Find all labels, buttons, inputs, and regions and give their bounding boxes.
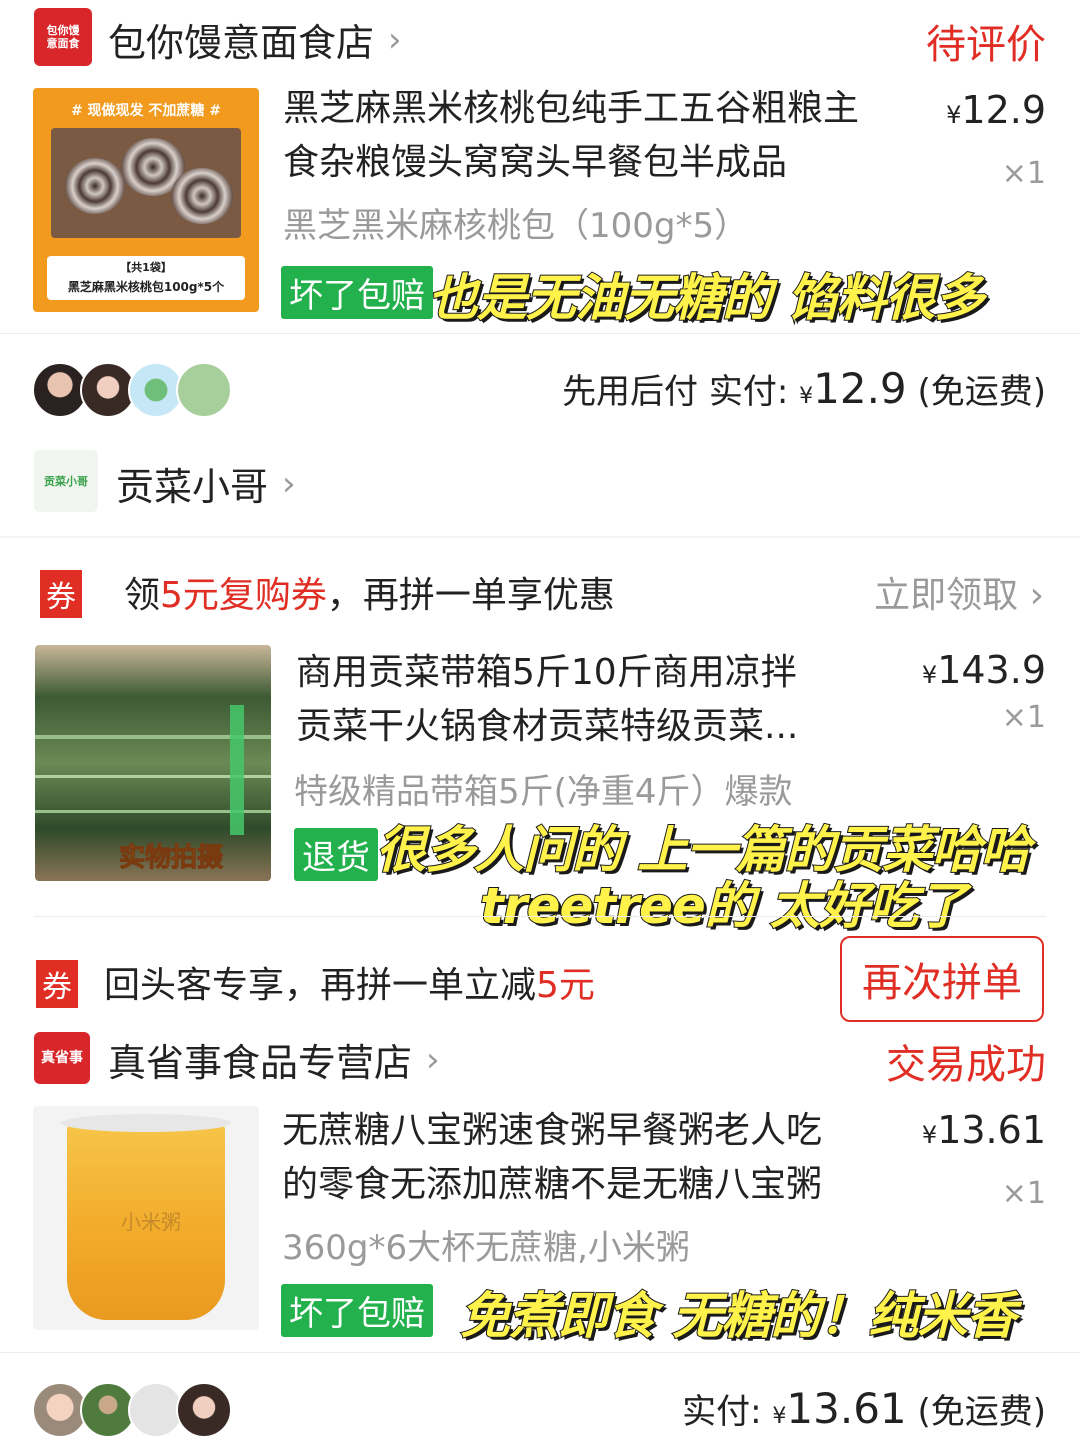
payment-summary: 先用后付 实付: ¥12.9 (免运费) [562, 364, 1046, 413]
currency-symbol: ¥ [799, 384, 814, 409]
shop-logo-text: 真省事 [41, 1049, 83, 1066]
product-title-line: 食杂粮馒头窝窝头早餐包半成品 [283, 142, 788, 183]
image-label-box: 【共1袋】 黑芝麻黑米核桃包100g*5个 [47, 256, 245, 300]
promo-text: 回头客专享，再拼一单立减5元 [104, 956, 595, 1008]
product-qty: ×1 [1001, 156, 1046, 191]
buyer-avatars [32, 362, 232, 418]
coupon-highlight: 5元复购券 [160, 575, 327, 616]
reorder-button[interactable]: 再次拼单 [840, 936, 1044, 1022]
product-qty: ×1 [1001, 1176, 1046, 1211]
currency-symbol: ¥ [772, 1404, 787, 1429]
coupon-badge: 券 [40, 570, 82, 618]
shop-logo: 包你馒意面食 [34, 8, 92, 66]
coupon-suffix: ，再拼一单享优惠 [326, 575, 615, 616]
currency-symbol: ¥ [921, 1121, 938, 1149]
shop-name[interactable]: 贡菜小哥 [116, 456, 268, 511]
chevron-right-icon: › [282, 463, 296, 504]
product-sku: 特级精品带箱5斤(净重4斤）爆款 [294, 772, 793, 812]
shop-logo: 真省事 [34, 1032, 90, 1084]
image-caption: 黑芝麻黑米核桃包100g*5个 [67, 280, 225, 294]
product-title-line: 贡菜干火锅食材贡菜特级贡菜... [296, 706, 799, 747]
currency-symbol: ¥ [946, 101, 962, 129]
price-value: 12.9 [961, 88, 1046, 132]
image-bag-text: 【共1袋】 [120, 261, 172, 274]
currency-symbol: ¥ [921, 661, 938, 689]
product-title-line: 商用贡菜带箱5斤10斤商用凉拌 [296, 652, 797, 693]
image-banner: # 现做现发 不加蔗糖 # [70, 103, 222, 119]
section-gap [0, 536, 1080, 538]
shop-name[interactable]: 真省事食品专营店 [108, 1032, 412, 1087]
product-price: ¥12.9 [946, 88, 1046, 132]
product-sku: 360g*6大杯无蔗糖,小米粥 [282, 1228, 690, 1268]
promo-prefix: 回头客专享，再拼一单立减 [104, 965, 537, 1006]
shop-header[interactable]: 贡菜小哥 › [116, 456, 296, 511]
product-title[interactable]: 无蔗糖八宝粥速食粥早餐粥老人吃 的零食无添加蔗糖不是无糖八宝粥 [282, 1104, 902, 1212]
shop-header[interactable]: 包你馒意面食店 › [108, 12, 402, 67]
coupon-text: 领5元复购券，再拼一单享优惠 [124, 566, 615, 618]
avatar [176, 1382, 232, 1438]
pay-amount: 13.61 [786, 1384, 907, 1433]
return-tag: 退货 [294, 828, 378, 881]
chevron-right-icon: › [426, 1039, 440, 1080]
claim-coupon-label: 立即领取 [874, 575, 1019, 616]
shop-logo-text: 包你馒意面食 [46, 24, 80, 50]
pay-note: (免运费) [917, 1392, 1046, 1432]
price-value: 13.61 [937, 1108, 1046, 1152]
pay-label: 先用后付 实付: [562, 372, 789, 412]
image-caption: 小米粥 [121, 1210, 181, 1234]
product-title[interactable]: 黑芝麻黑米核桃包纯手工五谷粗粮主 食杂粮馒头窝窝头早餐包半成品 [283, 82, 923, 190]
product-title[interactable]: 商用贡菜带箱5斤10斤商用凉拌 贡菜干火锅食材贡菜特级贡菜... [296, 646, 896, 754]
divider [0, 333, 1080, 334]
price-value: 143.9 [937, 648, 1046, 692]
divider [34, 916, 1046, 917]
divider [0, 1352, 1080, 1353]
coupon-prefix: 领 [124, 575, 161, 616]
image-caption: 实物拍摄 [118, 843, 224, 874]
reorder-button-label: 再次拼单 [862, 960, 1022, 1006]
avatar [176, 362, 232, 418]
guarantee-tag: 坏了包赔 [281, 1284, 433, 1337]
caption-overlay: treetree的 太好吃了 [479, 876, 968, 936]
product-title-line: 的零食无添加蔗糖不是无糖八宝粥 [282, 1164, 823, 1205]
buyer-avatars [32, 1382, 232, 1438]
guarantee-tag: 坏了包赔 [281, 266, 433, 319]
chevron-right-icon: › [1029, 575, 1044, 616]
product-price: ¥13.61 [922, 1108, 1046, 1152]
shop-header[interactable]: 真省事食品专营店 › [108, 1032, 440, 1087]
pay-amount: 12.9 [813, 364, 907, 413]
product-sku: 黑芝黑米麻核桃包（100g*5） [283, 206, 749, 246]
product-title-line: 黑芝麻黑米核桃包纯手工五谷粗粮主 [283, 88, 860, 129]
pay-note: (免运费) [917, 372, 1046, 412]
product-image[interactable]: 实物拍摄 [35, 645, 271, 881]
payment-summary: 实付: ¥13.61 (免运费) [682, 1384, 1046, 1433]
order-status: 待评价 [926, 22, 1046, 68]
shop-name[interactable]: 包你馒意面食店 [108, 12, 374, 67]
product-image[interactable]: # 现做现发 不加蔗糖 # 【共1袋】 黑芝麻黑米核桃包100g*5个 [33, 88, 259, 312]
shop-logo-text: 贡菜小哥 [44, 474, 88, 488]
promo-highlight: 5元 [536, 965, 595, 1006]
claim-coupon-link[interactable]: 立即领取 › [874, 566, 1044, 618]
pay-label: 实付: [682, 1392, 762, 1432]
product-image[interactable]: 小米粥 [33, 1106, 259, 1330]
chevron-right-icon: › [388, 19, 402, 60]
product-price: ¥143.9 [922, 648, 1046, 692]
bun-photo [51, 128, 241, 238]
coupon-badge: 券 [36, 960, 78, 1008]
caption-overlay: 免煮即食 无糖的！纯米香 [459, 1286, 1017, 1346]
product-qty: ×1 [1001, 700, 1046, 735]
product-title-line: 无蔗糖八宝粥速食粥早餐粥老人吃 [282, 1110, 823, 1151]
order-status: 交易成功 [886, 1042, 1046, 1088]
caption-overlay: 也是无油无糖的 馅料很多 [427, 268, 985, 328]
shop-logo: 贡菜小哥 [34, 450, 98, 512]
